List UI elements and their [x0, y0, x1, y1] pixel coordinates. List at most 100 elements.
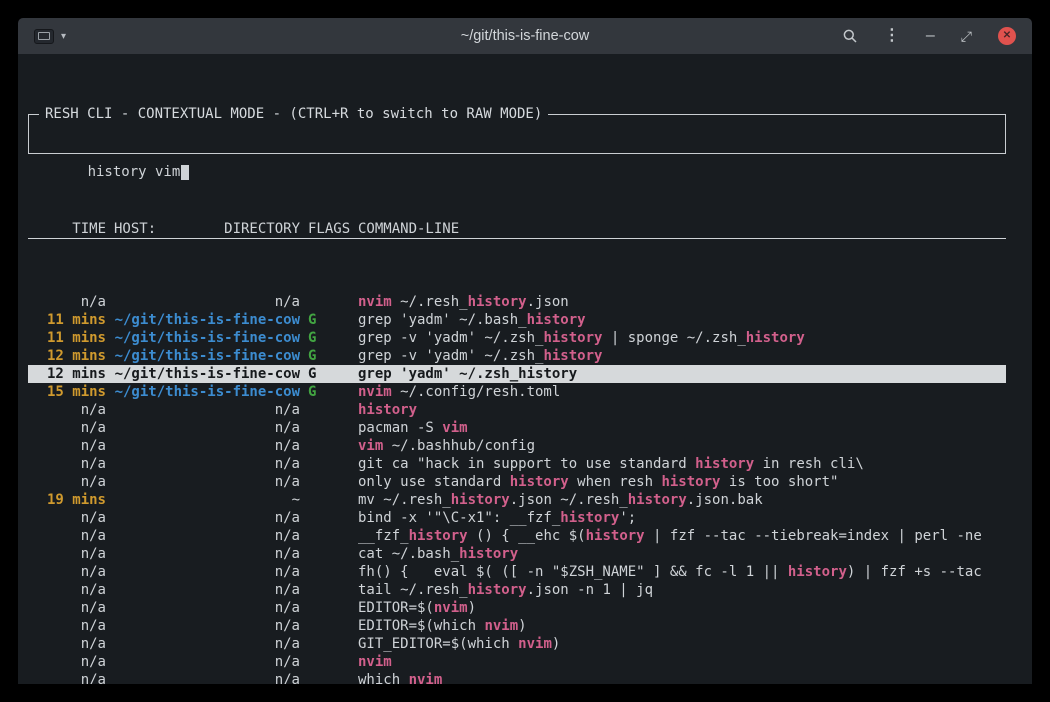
table-row[interactable]: 19 mins ~ mv ~/.resh_history.json ~/.resh_…: [28, 491, 1006, 509]
table-row[interactable]: n/an/aEDITOR=$(nvim): [28, 599, 1006, 617]
row-time: 11 mins: [28, 329, 106, 347]
table-row[interactable]: n/a n/a nvim ~/.resh_history.json: [28, 293, 1006, 311]
row-time: n/a: [28, 293, 106, 311]
table-row[interactable]: n/a n/a pacman -S vim: [28, 419, 1006, 437]
row-flags: G: [308, 383, 354, 401]
table-row[interactable]: 15 mins~/git/this-is-fine-cowGnvim ~/.co…: [28, 383, 1006, 401]
row-command: grep 'yadm' ~/.zsh_history: [358, 365, 1006, 383]
row-command: EDITOR=$(nvim): [358, 599, 1006, 617]
table-row[interactable]: 12 mins~/git/this-is-fine-cowGgrep 'yadm…: [28, 365, 1006, 383]
chevron-down-icon[interactable]: ▾: [61, 31, 66, 42]
table-row[interactable]: n/an/agit ca "hack in support to use sta…: [28, 455, 1006, 473]
row-directory: n/a: [114, 563, 300, 581]
kebab-menu-icon[interactable]: ⋮: [884, 28, 900, 44]
row-flags: [308, 599, 354, 617]
row-time: n/a: [28, 563, 106, 581]
row-directory: ~/git/this-is-fine-cow: [114, 383, 300, 401]
table-row[interactable]: n/a n/a nvim: [28, 653, 1006, 671]
row-flags: [308, 401, 354, 419]
row-flags: [308, 419, 354, 437]
row-command: mv ~/.resh_history.json ~/.resh_history.…: [358, 491, 1006, 509]
new-terminal-icon[interactable]: [34, 29, 54, 44]
table-row[interactable]: 11 mins~/git/this-is-fine-cowGgrep -v 'y…: [28, 329, 1006, 347]
row-directory: n/a: [114, 527, 300, 545]
table-row[interactable]: n/an/a__fzf_history () { __ehc $(history…: [28, 527, 1006, 545]
table-row[interactable]: n/an/abind -x '"\C-x1": __fzf_history';: [28, 509, 1006, 527]
row-flags: G: [308, 329, 354, 347]
row-command: pacman -S vim: [358, 419, 1006, 437]
row-command: which nvim: [358, 671, 1006, 684]
row-command: only use standard history when resh hist…: [358, 473, 1006, 491]
row-directory: n/a: [114, 419, 300, 437]
row-command: tail ~/.resh_history.json -n 1 | jq: [358, 581, 1006, 599]
table-row[interactable]: n/a n/a which nvim: [28, 671, 1006, 684]
row-command: nvim ~/.resh_history.json: [358, 293, 1006, 311]
row-directory: n/a: [114, 437, 300, 455]
row-flags: [308, 635, 354, 653]
row-flags: [308, 545, 354, 563]
row-time: n/a: [28, 509, 106, 527]
row-command: grep 'yadm' ~/.bash_history: [358, 311, 1006, 329]
row-directory: n/a: [114, 581, 300, 599]
row-flags: [308, 293, 354, 311]
row-directory: n/a: [114, 509, 300, 527]
window-title: ~/git/this-is-fine-cow: [461, 28, 590, 44]
search-query-input[interactable]: history vim: [88, 164, 181, 180]
row-time: n/a: [28, 653, 106, 671]
table-row[interactable]: n/an/aGIT_EDITOR=$(which nvim): [28, 635, 1006, 653]
close-button[interactable]: ✕: [998, 27, 1016, 45]
row-time: 12 mins: [28, 347, 106, 365]
row-directory: n/a: [114, 401, 300, 419]
table-row[interactable]: n/an/avim ~/.bashhub/config: [28, 437, 1006, 455]
row-time: 11 mins: [28, 311, 106, 329]
row-command: grep -v 'yadm' ~/.zsh_history: [358, 347, 1006, 365]
text-cursor: [181, 165, 189, 180]
row-directory: ~: [114, 491, 300, 509]
terminal-screen-icon: [38, 32, 50, 40]
row-flags: [308, 653, 354, 671]
row-time: n/a: [28, 581, 106, 599]
row-flags: G: [308, 365, 354, 383]
table-row[interactable]: 11 mins~/git/this-is-fine-cowGgrep 'yadm…: [28, 311, 1006, 329]
table-row[interactable]: n/an/afh() { eval $( ([ -n "$ZSH_NAME" ]…: [28, 563, 1006, 581]
row-flags: [308, 617, 354, 635]
row-directory: ~/git/this-is-fine-cow: [114, 365, 300, 383]
row-time: n/a: [28, 617, 106, 635]
terminal-window: ▾ ~/git/this-is-fine-cow ⋮ – ⤢ ✕ RESH CL…: [18, 18, 1032, 684]
row-directory: n/a: [114, 653, 300, 671]
row-time: n/a: [28, 401, 106, 419]
row-command: vim ~/.bashhub/config: [358, 437, 1006, 455]
row-directory: n/a: [114, 599, 300, 617]
row-flags: [308, 671, 354, 684]
row-time: n/a: [28, 455, 106, 473]
row-time: n/a: [28, 473, 106, 491]
row-flags: [308, 563, 354, 581]
row-flags: G: [308, 311, 354, 329]
table-row[interactable]: n/a n/a only use standard history when res…: [28, 473, 1006, 491]
row-command: cat ~/.bash_history: [358, 545, 1006, 563]
table-row[interactable]: 12 mins~/git/this-is-fine-cowGgrep -v 'y…: [28, 347, 1006, 365]
row-directory: n/a: [114, 473, 300, 491]
maximize-button[interactable]: ⤢: [961, 28, 972, 44]
row-directory: n/a: [114, 671, 300, 684]
row-time: n/a: [28, 545, 106, 563]
row-flags: [308, 509, 354, 527]
row-time: n/a: [28, 635, 106, 653]
table-row[interactable]: n/a n/a history: [28, 401, 1006, 419]
titlebar: ▾ ~/git/this-is-fine-cow ⋮ – ⤢ ✕: [18, 18, 1032, 54]
row-time: 19 mins: [28, 491, 106, 509]
table-row[interactable]: n/an/aEDITOR=$(which nvim): [28, 617, 1006, 635]
minimize-button[interactable]: –: [926, 28, 935, 44]
search-icon[interactable]: [842, 28, 858, 44]
table-row[interactable]: n/an/acat ~/.bash_history: [28, 545, 1006, 563]
row-time: n/a: [28, 419, 106, 437]
row-directory: n/a: [114, 617, 300, 635]
row-directory: n/a: [114, 293, 300, 311]
table-row[interactable]: n/a n/a tail ~/.resh_history.json -n 1 | j…: [28, 581, 1006, 599]
terminal-content: RESH CLI - CONTEXTUAL MODE - (CTRL+R to …: [18, 54, 1032, 684]
row-time: n/a: [28, 671, 106, 684]
row-command: nvim: [358, 653, 1006, 671]
row-command: nvim ~/.config/resh.toml: [358, 383, 1006, 401]
resh-search-box[interactable]: RESH CLI - CONTEXTUAL MODE - (CTRL+R to …: [28, 114, 1006, 154]
row-command: history: [358, 401, 1006, 419]
